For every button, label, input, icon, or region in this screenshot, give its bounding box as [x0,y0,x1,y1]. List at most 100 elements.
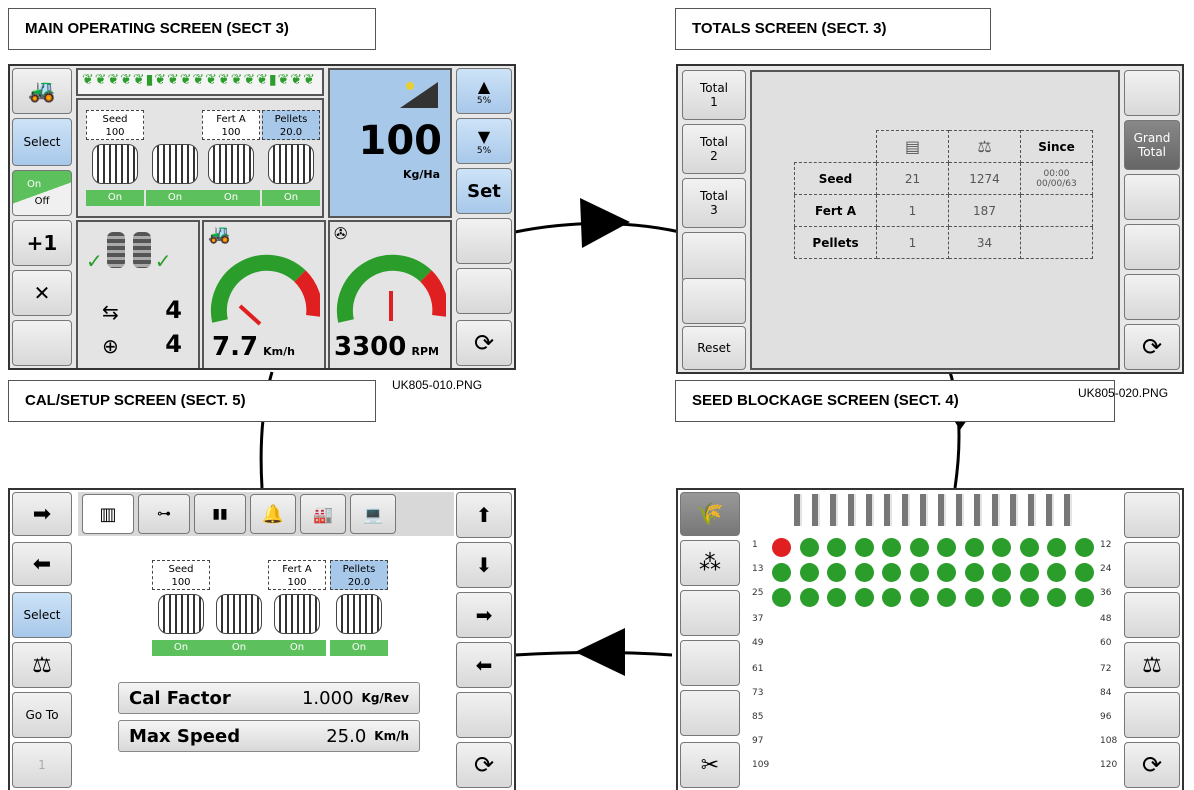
tramline-count: 4 [165,296,182,324]
arrow-up-icon: ▲ [477,76,491,96]
page-indicator: 1 [12,742,72,788]
rate-ramp-icon [400,82,438,108]
rate-up-button[interactable]: ▲ 5% [456,68,512,114]
blank-button-1[interactable] [682,232,746,282]
tab-alarm[interactable]: 🔔 [250,494,296,534]
tab-drill[interactable]: ⊶ [138,494,190,534]
arrow-down-button[interactable]: ⬇ [456,542,512,588]
blank-button-right[interactable] [456,692,512,738]
blank-button-r1[interactable] [1124,492,1180,538]
select-label: Select [23,135,61,149]
totals-table: ▤ ⚖ Since Seed 21 1274 00:00 00/00/63 Fert A1… [794,130,1093,259]
blank-button-l2[interactable] [680,640,740,686]
refresh-button[interactable]: ⟳ [1124,742,1180,788]
title-totals: TOTALS SCREEN (SECT. 3) [675,8,991,50]
blockage-indicator [937,563,956,582]
target-count: 4 [165,330,182,358]
product-pellets[interactable]: Pellets 20.0 On [262,110,320,206]
prev-page-button[interactable]: ⬅ [12,542,72,586]
rate-panel: 100 Kg/Ha [328,68,452,218]
cal-factor-field[interactable]: Cal Factor 1.000 Kg/Rev [118,682,420,714]
blank-button-r2[interactable] [1124,542,1180,588]
scale-button[interactable]: ⚖ [1124,642,1180,688]
product-seed-2[interactable]: On [146,110,204,206]
metering-roller-icon [152,144,198,184]
tools-button[interactable]: ✂ [680,742,740,788]
select-button[interactable]: Select [12,592,72,638]
refresh-button[interactable]: ⟳ [456,742,512,788]
scale-button[interactable]: ⚖ [12,642,72,688]
blank-button-r1[interactable] [1124,70,1180,116]
dots-icon-button[interactable]: ⁂ [680,540,740,586]
product-fert-a[interactable]: Fert A 100 On [202,110,260,206]
blockage-indicator [1019,538,1039,557]
tractor-icon: 🚜 [208,224,231,245]
rate-down-button[interactable]: ▼ 5% [456,118,512,164]
arrow-left-button[interactable]: ⬅ [456,642,512,688]
reset-button[interactable]: Reset [682,326,746,370]
tab-tramline[interactable]: ▮▮ [194,494,246,534]
refresh-button[interactable]: ⟳ [1124,324,1180,370]
blank-button-right-2[interactable] [456,268,512,314]
max-speed-field[interactable]: Max Speed 25.0 Km/h [118,720,420,752]
tab-computer[interactable]: 💻 [350,494,396,534]
on-off-toggle[interactable]: On Off [12,170,72,216]
tramline-arrows-icon: ⇆ [102,300,119,324]
metering-roller-icon [216,594,262,634]
blank-button-r3[interactable] [1124,224,1180,270]
arrow-right-button[interactable]: ➡ [456,592,512,638]
blockage-indicator [1047,563,1066,582]
product-fert-a[interactable]: Fert A 100 On [268,560,326,656]
plus-one-label: +1 [26,231,58,255]
goto-button[interactable]: Go To [12,692,72,738]
down-pct: 5% [476,145,492,156]
product-seed[interactable]: Seed 100 On [152,560,210,656]
total-3-button[interactable]: Total 3 [682,178,746,228]
blank-button-r2[interactable] [1124,174,1180,220]
refresh-button[interactable]: ⟳ [456,320,512,366]
plus-one-button[interactable]: +1 [12,220,72,266]
blockage-indicator [1047,588,1066,607]
blank-button-l3[interactable] [680,690,740,736]
blank-button-l1[interactable] [680,590,740,636]
speed-value: 7.7 Km/h [212,332,295,362]
blank-button-right-1[interactable] [456,218,512,264]
arrow-down-icon: ▼ [477,126,491,146]
select-button[interactable]: Select [12,118,72,166]
blank-button-r4[interactable] [1124,274,1180,320]
next-page-button[interactable]: ➡ [12,492,72,536]
blank-button-2[interactable] [682,278,746,324]
blockage-indicator [854,563,874,582]
tramline-cancel-button[interactable]: ✕ [12,270,72,316]
blank-button-r4[interactable] [1124,692,1180,738]
product-pellets-name: Pellets [274,114,308,125]
speed-panel: 🚜 7.7 Km/h [202,220,326,368]
grand-total-button[interactable]: Grand Total [1124,120,1180,170]
total-1-button[interactable]: Total 1 [682,70,746,120]
blockage-indicator [1074,563,1094,582]
blockage-indicator [799,538,819,557]
product-seed-name: Seed [102,114,128,125]
blockage-indicator [772,588,791,607]
blank-button-r3[interactable] [1124,592,1180,638]
tractor-icon-button[interactable]: 🚜 [12,68,72,114]
total-2-button[interactable]: Total 2 [682,124,746,174]
blank-button-left[interactable] [12,320,72,366]
tab-metering[interactable]: ▥ [82,494,134,534]
blockage-indicator [1019,563,1039,582]
blockage-indicator [827,538,846,557]
blockage-indicator [964,563,984,582]
metering-roller-icon [208,144,254,184]
product-seed[interactable]: Seed 100 On [86,110,144,206]
set-button[interactable]: Set [456,168,512,214]
product-seed-2[interactable]: On [210,560,268,656]
wheat-icon-button[interactable]: 🌾 [680,492,740,536]
tab-factory[interactable]: 🏭 [300,494,346,534]
product-pellets[interactable]: Pellets 20.0 On [330,560,388,656]
blockage-indicator [827,588,846,607]
blockage-indicator [799,563,819,582]
blockage-indicator [882,563,901,582]
arrow-up-button[interactable]: ⬆ [456,492,512,538]
caption-totals: UK805-020.PNG [1078,386,1169,400]
fan-icon: ✇ [334,224,348,243]
